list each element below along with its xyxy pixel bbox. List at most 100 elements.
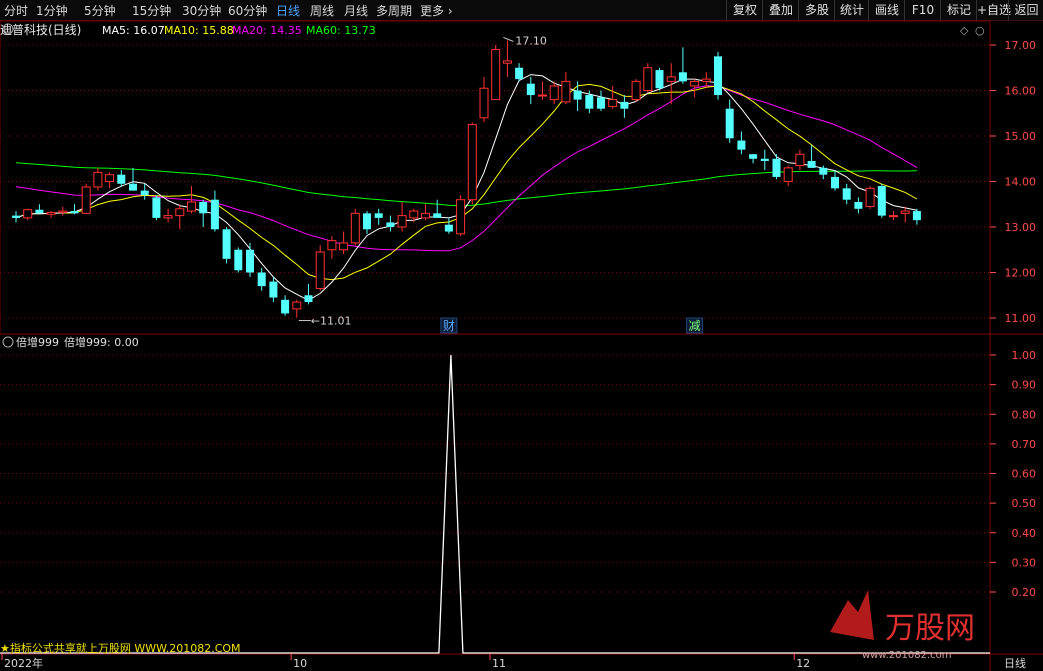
candle-body[interactable] — [608, 99, 618, 107]
candle-body[interactable] — [304, 295, 313, 303]
candle-body[interactable] — [573, 90, 582, 100]
candle-body[interactable] — [152, 197, 161, 218]
candle-body[interactable] — [187, 201, 196, 212]
candle-body[interactable] — [561, 80, 571, 103]
candle-body[interactable] — [105, 174, 115, 183]
candle-body[interactable] — [350, 212, 360, 244]
candle-body[interactable] — [479, 87, 489, 119]
event-marker-0: 财 — [443, 319, 455, 333]
candle-body[interactable] — [456, 199, 466, 235]
ma-legend-2: MA20: 14.35 — [232, 24, 302, 37]
candle-body[interactable] — [666, 76, 676, 82]
candle-body[interactable] — [81, 186, 91, 214]
candle-body[interactable] — [433, 213, 442, 218]
candle-body[interactable] — [374, 213, 383, 218]
event-marker-1: 减 — [689, 319, 701, 333]
candle-body[interactable] — [409, 210, 419, 219]
candle-body[interactable] — [877, 186, 886, 216]
indicator-title: 倍增999 — [16, 335, 59, 349]
candle-body[interactable] — [760, 158, 769, 162]
candle-body[interactable] — [631, 80, 641, 101]
candle-body[interactable] — [257, 272, 266, 287]
candle-body[interactable] — [58, 210, 68, 213]
ma10-line — [15, 83, 918, 281]
candle-body[interactable] — [749, 154, 758, 159]
candle-body[interactable] — [421, 212, 430, 219]
candle-body[interactable] — [467, 124, 477, 201]
candle-body[interactable] — [35, 209, 44, 214]
candle-body[interactable] — [129, 183, 137, 191]
candle-body[interactable] — [23, 209, 33, 219]
candle-body[interactable] — [819, 167, 828, 175]
indicator-axis-label: 0.30 — [1012, 556, 1037, 569]
time-axis-label: 11 — [492, 657, 506, 670]
candle-body[interactable] — [795, 153, 805, 167]
candle-body[interactable] — [70, 211, 79, 214]
price-axis-label: 13.00 — [1005, 221, 1037, 234]
indicator-line — [0, 354, 990, 654]
candle-body[interactable] — [199, 201, 208, 214]
candle-body[interactable] — [234, 249, 243, 271]
high-marker-arrow — [503, 36, 514, 42]
candle-body[interactable] — [117, 174, 126, 184]
candle-body[interactable] — [515, 67, 524, 80]
candle-body[interactable] — [690, 80, 700, 87]
candle-body[interactable] — [292, 301, 302, 310]
candle-body[interactable] — [714, 56, 722, 96]
candle-body[interactable] — [620, 101, 629, 109]
indicator-axis-label: 0.80 — [1012, 408, 1037, 421]
candle-body[interactable] — [281, 299, 290, 314]
candle-body[interactable] — [339, 242, 349, 251]
candle-body[interactable] — [175, 208, 185, 217]
candle-body[interactable] — [222, 229, 231, 259]
candle-body[interactable] — [12, 215, 20, 218]
stock-chart[interactable]: 17.00 16.00 15.00 14.00 13.00 12.00 11.00 1.00 0… — [0, 0, 1043, 671]
candle-body[interactable] — [655, 70, 664, 89]
indicator-axis-label: 0.60 — [1012, 468, 1037, 481]
candle-body[interactable] — [46, 211, 56, 215]
candle-body[interactable] — [444, 224, 453, 232]
candle-body[interactable] — [842, 188, 851, 200]
candle-body[interactable] — [140, 190, 149, 196]
time-axis-label: 10 — [293, 657, 307, 670]
candle-body[interactable] — [643, 67, 653, 91]
candle-body[interactable] — [737, 140, 746, 150]
candle-body[interactable] — [210, 199, 219, 230]
ma-legend-1: MA10: 15.88 — [164, 24, 234, 37]
price-axis-label: 14.00 — [1005, 176, 1037, 189]
candle-body[interactable] — [397, 215, 407, 228]
candle-body[interactable] — [585, 95, 594, 109]
candle-body[interactable] — [807, 161, 816, 168]
candle-body[interactable] — [246, 249, 254, 273]
watermark-text: ★指标公式共享就上万股网 WWW.201082.COM — [0, 641, 241, 655]
candle-body[interactable] — [386, 222, 395, 227]
candle-body[interactable] — [725, 108, 734, 139]
candle-body[interactable] — [502, 60, 512, 64]
candle-body[interactable] — [597, 97, 605, 109]
candle-body[interactable] — [865, 187, 875, 208]
low-price-marker: ←11.01 — [311, 315, 352, 328]
candle-body[interactable] — [678, 72, 687, 82]
candle-body[interactable] — [772, 158, 781, 177]
candle-body[interactable] — [93, 171, 103, 188]
indicator-menu-icon[interactable] — [2, 336, 14, 348]
candle-body[interactable] — [701, 78, 711, 82]
candle-body[interactable] — [854, 201, 863, 209]
candle-body[interactable] — [783, 167, 793, 183]
candle-body[interactable] — [315, 251, 325, 289]
high-price-marker: 17.10 — [515, 34, 547, 47]
candle-body[interactable] — [363, 213, 371, 230]
candle-body[interactable] — [831, 176, 839, 189]
candle-body[interactable] — [269, 281, 278, 298]
candle-body[interactable] — [327, 240, 337, 251]
candle-body[interactable] — [889, 215, 898, 218]
candle-body[interactable] — [900, 210, 910, 214]
candle-body[interactable] — [549, 85, 559, 101]
candle-body[interactable] — [163, 215, 173, 219]
candle-body[interactable] — [526, 83, 535, 96]
candle-body[interactable] — [538, 94, 547, 97]
candle-body[interactable] — [912, 211, 921, 221]
candle-body[interactable] — [491, 49, 501, 101]
time-axis-label: 2022年 — [4, 656, 43, 670]
ma-legend-3: MA60: 13.73 — [306, 24, 376, 37]
